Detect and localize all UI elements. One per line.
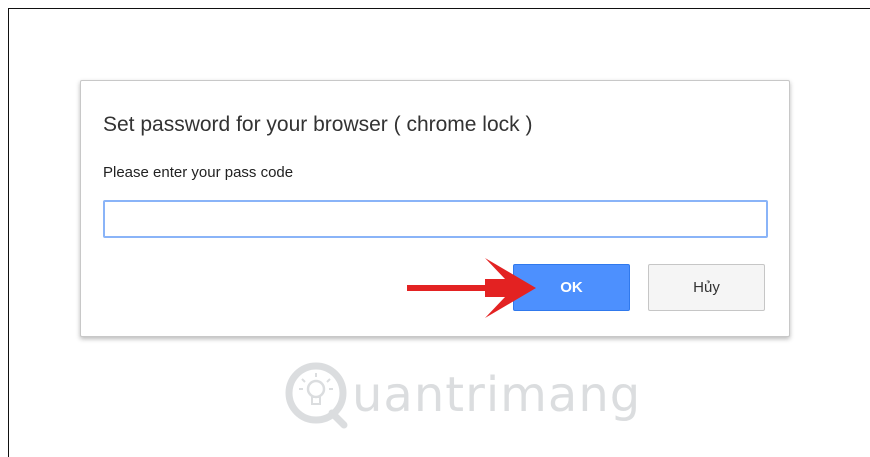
red-arrow-icon xyxy=(407,258,536,318)
watermark: uantrimang xyxy=(282,350,642,440)
quantrimang-logo-icon xyxy=(285,362,348,429)
pass-code-input[interactable] xyxy=(103,200,768,238)
cancel-button[interactable]: Hủy xyxy=(648,264,765,311)
dialog-title: Set password for your browser ( chrome l… xyxy=(103,113,533,136)
dialog-prompt: Please enter your pass code xyxy=(103,164,294,181)
watermark-text: uantrimang xyxy=(352,367,642,423)
